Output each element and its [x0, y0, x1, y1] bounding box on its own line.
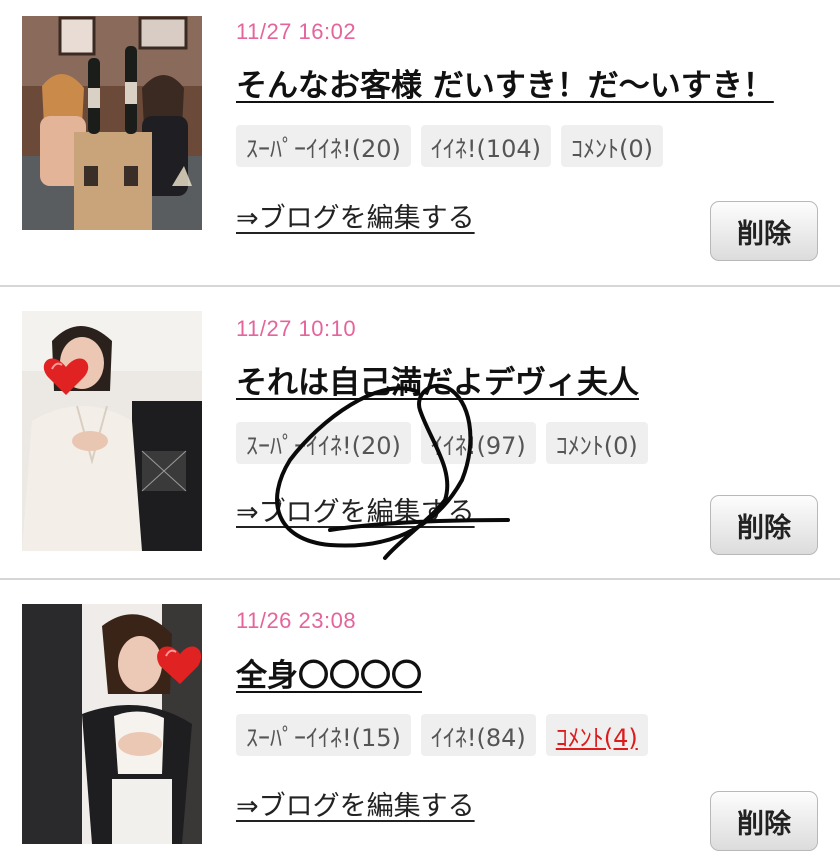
post-title-link[interactable]: そんなお客様 だいすき！だ〜いすき！ [236, 60, 774, 105]
post-date: 11/26 23:08 [236, 608, 357, 633]
super-like-badge: ｽｰﾊﾟｰｲｲﾈ!(15) [236, 714, 411, 756]
post-title-link[interactable]: 全身〇〇〇〇 [236, 650, 422, 695]
post-thumbnail[interactable] [22, 16, 202, 230]
edit-blog-link[interactable]: ⇒ブログを編集する [236, 490, 475, 529]
post-thumbnail[interactable] [22, 311, 202, 551]
like-badge: ｲｲﾈ!(84) [420, 714, 536, 756]
delete-button[interactable]: 削除 [710, 495, 818, 555]
post-date: 11/27 16:02 [236, 19, 357, 44]
delete-button[interactable]: 削除 [710, 201, 818, 261]
like-badge: ｲｲﾈ!(97) [420, 422, 536, 464]
comment-badge: ｺﾒﾝﾄ(0) [561, 125, 664, 167]
edit-blog-link[interactable]: ⇒ブログを編集する [236, 784, 475, 823]
post-title-link[interactable]: それは自己満だよデヴィ夫人 [236, 357, 639, 402]
edit-blog-link[interactable]: ⇒ブログを編集する [236, 196, 475, 235]
post-thumbnail[interactable] [22, 604, 202, 844]
blog-post-2: 11/27 10:10 それは自己満だよデヴィ夫人 ｽｰﾊﾟｰｲｲﾈ!(20) … [0, 285, 840, 578]
comment-link[interactable]: ｺﾒﾝﾄ(4) [545, 714, 648, 756]
post-date: 11/27 10:10 [236, 316, 357, 341]
blog-post-1: 11/27 16:02 そんなお客様 だいすき！だ〜いすき！ ｽｰﾊﾟｰｲｲﾈ!… [0, 0, 840, 285]
reaction-badges: ｽｰﾊﾟｰｲｲﾈ!(20) ｲｲﾈ!(97) ｺﾒﾝﾄ(0) [236, 422, 648, 464]
like-badge: ｲｲﾈ!(104) [420, 125, 552, 167]
delete-button[interactable]: 削除 [710, 791, 818, 851]
super-like-badge: ｽｰﾊﾟｰｲｲﾈ!(20) [236, 422, 411, 464]
comment-badge: ｺﾒﾝﾄ(0) [545, 422, 648, 464]
reaction-badges: ｽｰﾊﾟｰｲｲﾈ!(15) ｲｲﾈ!(84) ｺﾒﾝﾄ(4) [236, 714, 648, 756]
super-like-badge: ｽｰﾊﾟｰｲｲﾈ!(20) [236, 125, 411, 167]
reaction-badges: ｽｰﾊﾟｰｲｲﾈ!(20) ｲｲﾈ!(104) ｺﾒﾝﾄ(0) [236, 125, 664, 167]
blog-post-3: 11/26 23:08 全身〇〇〇〇 ｽｰﾊﾟｰｲｲﾈ!(15) ｲｲﾈ!(84… [0, 578, 840, 865]
